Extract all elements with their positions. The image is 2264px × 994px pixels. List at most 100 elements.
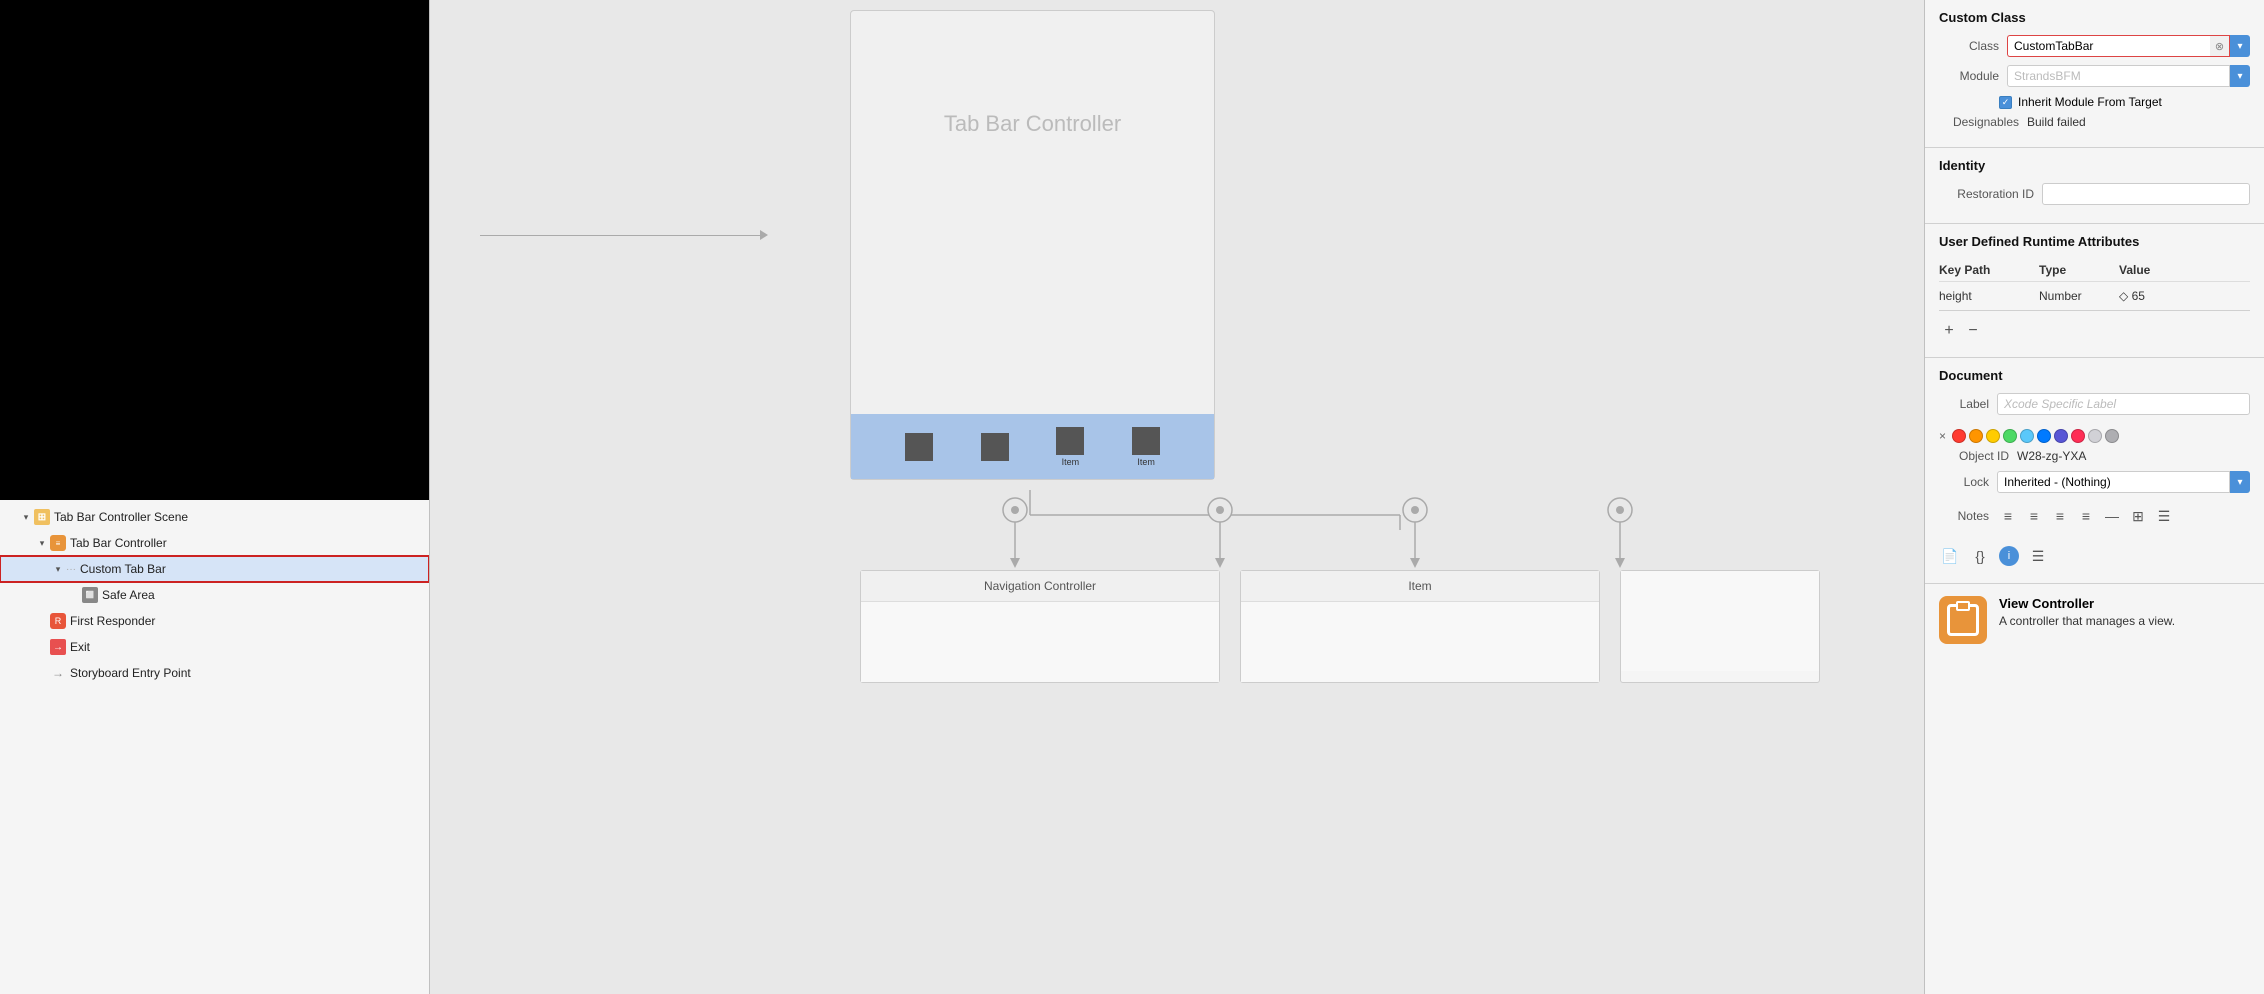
module-input[interactable]: StrandsBFM [2007,65,2230,87]
preview-area [0,0,429,500]
notes-align-right[interactable]: ≡ [2049,505,2071,527]
first-responder-label: First Responder [70,614,155,628]
restoration-id-label: Restoration ID [1939,187,2034,201]
exit-icon: → [50,639,66,655]
tree-arrow-tabbar[interactable] [36,537,48,549]
tabbar-ctrl-icon: ≡ [50,535,66,551]
col-type: Type [2039,263,2119,277]
remove-attribute-btn[interactable]: − [1963,321,1983,341]
module-dropdown-btn[interactable]: ▾ [2230,65,2250,87]
add-attribute-btn[interactable]: + [1939,321,1959,341]
plus-minus-row: + − [1939,315,2250,347]
vc-description: A controller that manages a view. [1999,614,2175,628]
doc-toolbar-icons: 📄 {} i ☰ [1939,539,2250,573]
class-dropdown-btn[interactable]: ▾ [2230,35,2250,57]
object-id-value: W28-zg-YXA [2017,449,2086,463]
doc-braces-icon[interactable]: {} [1969,545,1991,567]
notes-align-left[interactable]: ≡ [1997,505,2019,527]
item-controller-label: Item [1241,571,1599,602]
tab-icon-3 [1056,427,1084,455]
scene-icon: ⊞ [34,509,50,525]
color-x-btn[interactable]: × [1939,429,1946,443]
doc-file-icon[interactable]: 📄 [1939,545,1961,567]
color-dot-green[interactable] [2003,429,2017,443]
tab-icon-2 [981,433,1009,461]
inherit-checkbox[interactable] [1999,96,2012,109]
lock-dropdown-btn[interactable]: ▾ [2230,471,2250,493]
tree-item-tabbar[interactable]: ≡ Tab Bar Controller [0,530,429,556]
phone-title: Tab Bar Controller [851,11,1214,137]
module-field-row: Module StrandsBFM ▾ [1939,65,2250,87]
lock-value[interactable]: Inherited - (Nothing) [1997,471,2230,493]
doc-label-placeholder: Xcode Specific Label [2004,397,2116,411]
color-dot-red[interactable] [1952,429,1966,443]
tree-item-safe-area[interactable]: ⬜ Safe Area [0,582,429,608]
color-dot-gray[interactable] [2105,429,2119,443]
object-id-row: Object ID W28-zg-YXA [1939,449,2250,463]
custom-class-title: Custom Class [1939,10,2250,25]
tab-item-3: Item [1056,427,1084,467]
phone-mockup: Tab Bar Controller Item Item [850,10,1215,480]
class-field-row: Class CustomTabBar ⊗ ▾ [1939,35,2250,57]
notes-lines[interactable]: ☰ [2153,505,2175,527]
class-label: Class [1939,39,1999,53]
tree-item-first-responder[interactable]: R First Responder [0,608,429,634]
document-title: Document [1939,368,2250,383]
vc-text: View Controller A controller that manage… [1999,596,2175,628]
tab-item-2 [981,433,1009,461]
tab-label-3: Item [1062,457,1080,467]
doc-label-input[interactable]: Xcode Specific Label [1997,393,2250,415]
controllers-row: Navigation Controller Item [860,570,1820,683]
notes-align-center[interactable]: ≡ [2023,505,2045,527]
exit-label: Exit [70,640,90,654]
tree-arrow-custom[interactable] [52,563,64,575]
doc-list-icon[interactable]: ☰ [2027,545,2049,567]
udra-row-1[interactable]: height Number ◇ 65 [1939,286,2250,306]
tree-item-entry-point[interactable]: → Storyboard Entry Point [0,660,429,686]
user-defined-title: User Defined Runtime Attributes [1939,234,2250,249]
class-input[interactable]: CustomTabBar [2007,35,2210,57]
notes-grid[interactable]: ⊞ [2127,505,2149,527]
restoration-id-row: Restoration ID [1939,183,2250,205]
lock-dropdown: Inherited - (Nothing) ▾ [1997,471,2250,493]
tab-bar: Item Item [851,414,1214,479]
vc-title: View Controller [1999,596,2175,611]
color-dot-pink[interactable] [2071,429,2085,443]
nav-controller-box: Navigation Controller [860,570,1220,683]
class-value-text: CustomTabBar [2014,39,2093,53]
extra-controller-box [1620,570,1820,683]
designables-value: Build failed [2027,115,2086,129]
tree-item-exit[interactable]: → Exit [0,634,429,660]
udra-type-1: Number [2039,289,2119,303]
dots-icon: ··· [66,564,76,575]
color-dot-lightgray[interactable] [2088,429,2102,443]
color-dot-blue[interactable] [2037,429,2051,443]
tree-arrow-scene[interactable] [20,511,32,523]
tree-item-scene[interactable]: ⊞ Tab Bar Controller Scene [0,504,429,530]
notes-align-justify[interactable]: ≡ [2075,505,2097,527]
notes-dash[interactable]: — [2101,505,2123,527]
safe-area-icon: ⬜ [82,587,98,603]
doc-label-row: Label Xcode Specific Label [1939,393,2250,415]
identity-title: Identity [1939,158,2250,173]
vc-icon [1939,596,1987,644]
color-dot-yellow[interactable] [1986,429,2000,443]
notes-label: Notes [1939,509,1989,523]
view-controller-info: View Controller A controller that manage… [1925,584,2264,656]
item-controller-body [1241,602,1599,682]
scene-tree: ⊞ Tab Bar Controller Scene ≡ Tab Bar Con… [0,500,429,994]
canvas-area: Tab Bar Controller Item Item [430,0,1924,994]
color-dots [1952,429,2119,443]
tree-item-custom-tabbar[interactable]: ··· Custom Tab Bar [0,556,429,582]
color-dot-purple[interactable] [2054,429,2068,443]
color-dot-lightblue[interactable] [2020,429,2034,443]
tab-item-4: Item [1132,427,1160,467]
class-clear-btn[interactable]: ⊗ [2210,35,2230,57]
entry-arrow [480,230,768,240]
notes-row: Notes ≡ ≡ ≡ ≡ — ⊞ ☰ [1939,501,2250,531]
inherit-label: Inherit Module From Target [2018,95,2162,109]
color-dot-orange[interactable] [1969,429,1983,443]
doc-circle-icon[interactable]: i [1999,546,2019,566]
class-field-value: CustomTabBar ⊗ ▾ [2007,35,2250,57]
restoration-id-input[interactable] [2042,183,2250,205]
